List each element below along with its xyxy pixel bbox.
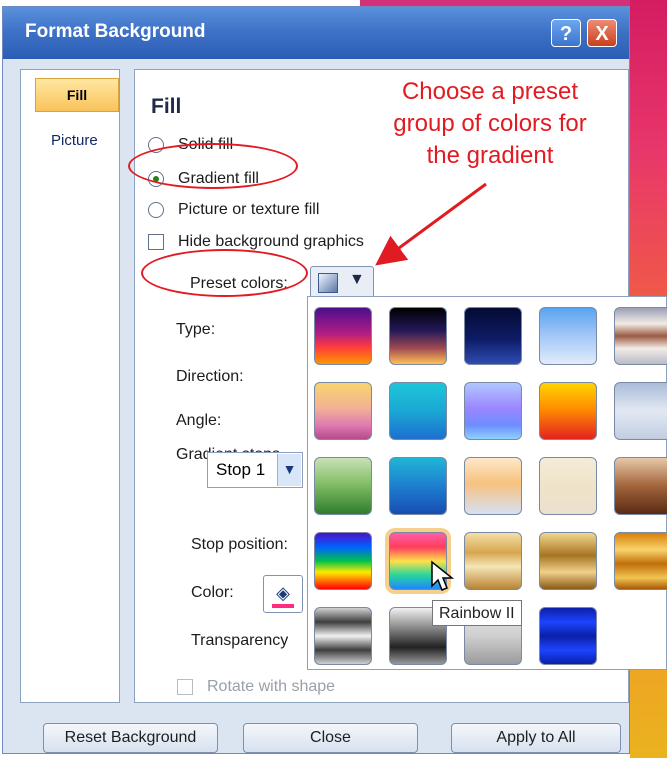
gradient-preset-swatch[interactable] [614, 532, 667, 590]
gradient-preset-swatch[interactable] [464, 457, 522, 515]
gradient-preset-swatch[interactable] [539, 307, 597, 365]
gradient-preset-swatch[interactable] [389, 307, 447, 365]
gradient-preset-swatch[interactable] [314, 382, 372, 440]
gradient-preset-swatch[interactable] [389, 457, 447, 515]
gradient-preset-swatch[interactable] [539, 607, 597, 665]
gradient-preset-swatch[interactable] [464, 307, 522, 365]
gradient-preset-swatch[interactable] [539, 382, 597, 440]
gradient-preset-swatch[interactable] [539, 457, 597, 515]
gradient-preset-swatch[interactable] [314, 532, 372, 590]
gradient-preset-swatch[interactable] [314, 307, 372, 365]
gradient-preset-swatch[interactable] [614, 382, 667, 440]
gradient-preset-swatch[interactable] [614, 457, 667, 515]
gradient-preset-swatch[interactable] [464, 382, 522, 440]
gradient-preset-swatch[interactable] [314, 607, 372, 665]
gradient-preset-swatch[interactable] [464, 532, 522, 590]
gradient-preset-swatch[interactable] [539, 532, 597, 590]
gradient-preset-swatch[interactable] [614, 307, 667, 365]
gradient-preset-swatch[interactable] [314, 457, 372, 515]
swatch-tooltip: Rainbow II [432, 600, 522, 626]
gradient-preset-swatch[interactable] [389, 382, 447, 440]
mouse-cursor-icon [431, 560, 455, 591]
